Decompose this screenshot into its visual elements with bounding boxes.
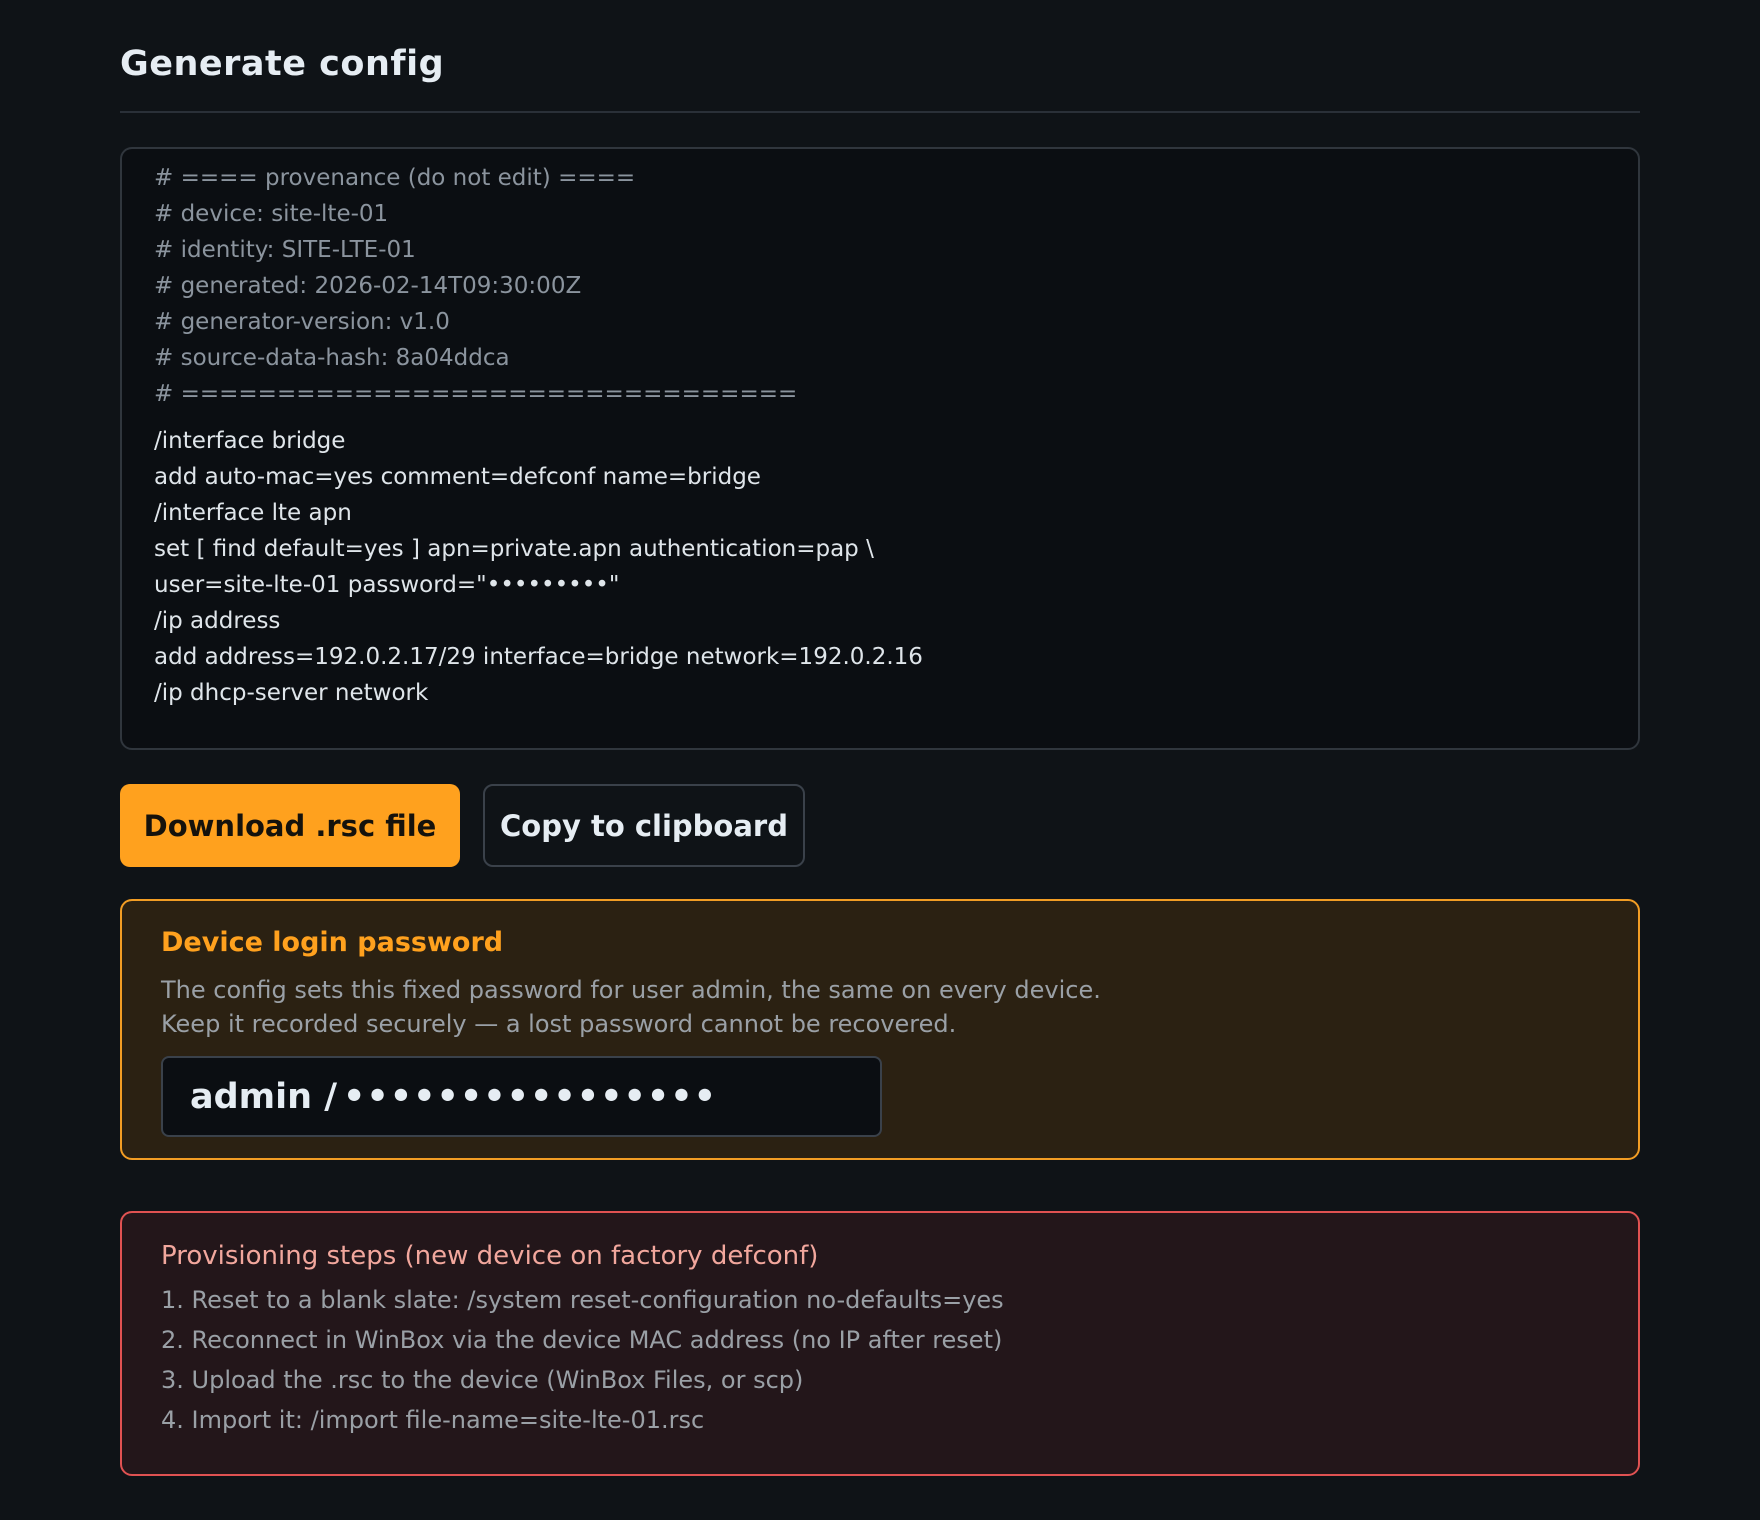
config-comment-line: # generator-version: v1.0	[154, 309, 450, 335]
password-panel-heading: Device login password	[161, 927, 504, 958]
config-comment-line: # generated: 2026-02-14T09:30:00Z	[154, 273, 582, 299]
credentials-username: admin /	[190, 1076, 338, 1117]
config-comment-line: # identity: SITE-LTE-01	[154, 237, 416, 263]
config-comment-line: # device: site-lte-01	[154, 201, 389, 227]
provisioning-step: 1. Reset to a blank slate: /system reset…	[161, 1286, 1004, 1314]
config-comment-line: # ==== provenance (do not edit) ====	[154, 165, 636, 191]
device-password-panel: Device login password The config sets th…	[120, 899, 1640, 1160]
page-title: Generate config	[120, 44, 445, 84]
config-command-line: /interface lte apn	[154, 500, 352, 526]
provisioning-step: 3. Upload the .rsc to the device (WinBox…	[161, 1366, 804, 1394]
config-command-line: /ip dhcp-server network	[154, 680, 429, 706]
password-panel-note-1: The config sets this fixed password for …	[161, 976, 1101, 1004]
config-comment-line: # ================================	[154, 381, 798, 407]
config-command-line: /interface bridge	[154, 428, 346, 454]
config-command-line: /ip address	[154, 608, 281, 634]
provisioning-steps-panel: Provisioning steps (new device on factor…	[120, 1211, 1640, 1476]
title-divider	[120, 111, 1640, 113]
credentials-field[interactable]: admin / ••••••••••••••••	[161, 1056, 882, 1137]
config-command-line: set [ find default=yes ] apn=private.apn…	[154, 536, 874, 562]
config-command-line: user=site-lte-01 password="•••••••••"	[154, 572, 620, 598]
credentials-masked-password: ••••••••••••••••	[343, 1076, 717, 1117]
config-command-line: add auto-mac=yes comment=defconf name=br…	[154, 464, 761, 490]
config-comment-line: # source-data-hash: 8a04ddca	[154, 345, 510, 371]
password-panel-note-2: Keep it recorded securely — a lost passw…	[161, 1010, 957, 1038]
copy-to-clipboard-button[interactable]: Copy to clipboard	[483, 784, 805, 867]
provisioning-step: 4. Import it: /import file-name=site-lte…	[161, 1406, 705, 1434]
download-rsc-button[interactable]: Download .rsc file	[120, 784, 460, 867]
config-command-line: add address=192.0.2.17/29 interface=brid…	[154, 644, 923, 670]
config-preview[interactable]: # ==== provenance (do not edit) ==== # de…	[120, 147, 1640, 750]
provisioning-steps-heading: Provisioning steps (new device on factor…	[161, 1241, 819, 1271]
provisioning-step: 2. Reconnect in WinBox via the device MA…	[161, 1326, 1003, 1354]
